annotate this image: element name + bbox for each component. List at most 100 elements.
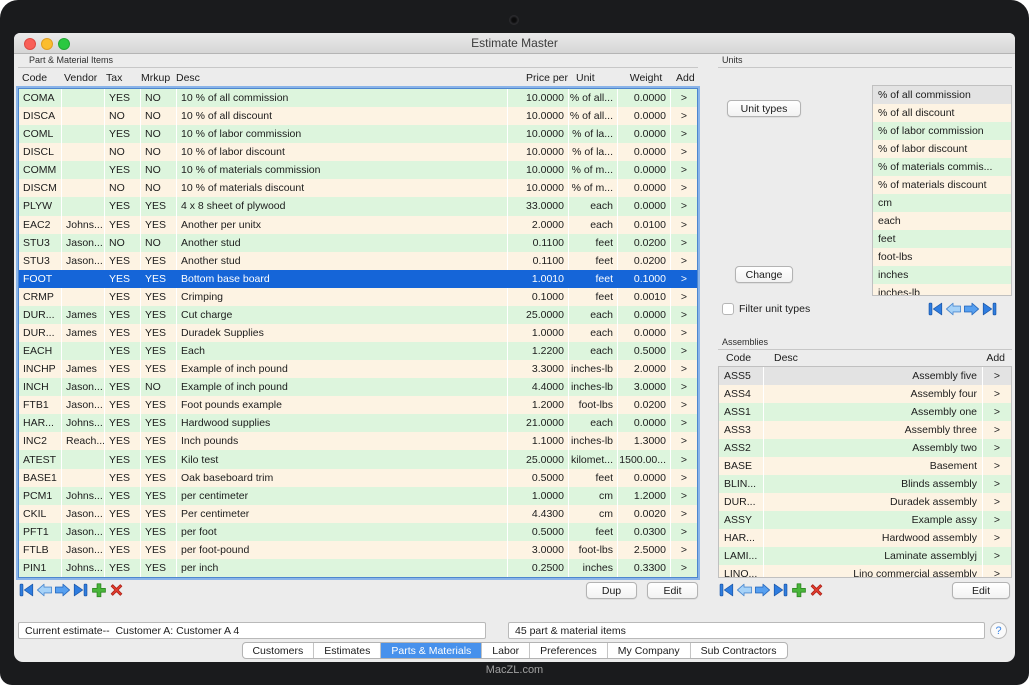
unit-list-item[interactable]: % of all commission <box>873 86 1011 104</box>
parts-table-row[interactable]: CRMPYESYESCrimping0.1000feet0.0010> <box>19 288 697 306</box>
cell-add[interactable]: > <box>671 270 697 288</box>
cell-add[interactable]: > <box>983 547 1011 565</box>
parts-table-row[interactable]: HAR...Johns...YESYESHardwood supplies21.… <box>19 414 697 432</box>
units-list[interactable]: % of all commission% of all discount% of… <box>872 85 1012 296</box>
cell-add[interactable]: > <box>671 505 697 523</box>
assembly-list-row[interactable]: ASS3Assembly three> <box>719 421 1011 439</box>
parts-table-row[interactable]: INCHJason...YESNOExample of inch pound4.… <box>19 378 697 396</box>
assembly-list-row[interactable]: LINO...Lino commercial assembly> <box>719 565 1011 578</box>
cell-add[interactable]: > <box>983 475 1011 493</box>
cell-add[interactable]: > <box>983 385 1011 403</box>
edit-parts-button[interactable]: Edit <box>647 582 698 599</box>
parts-table-row[interactable]: PIN1Johns...YESYESper inch0.2500inches0.… <box>19 559 697 577</box>
assemblies-list[interactable]: ASS5Assembly five>ASS4Assembly four>ASS1… <box>718 366 1012 578</box>
checkbox-box[interactable] <box>722 303 734 315</box>
unit-list-item[interactable]: foot-lbs <box>873 248 1011 266</box>
cell-add[interactable]: > <box>671 125 697 143</box>
cell-add[interactable]: > <box>671 161 697 179</box>
parts-table-row[interactable]: COMLYESNO10 % of labor commission10.0000… <box>19 125 697 143</box>
cell-add[interactable]: > <box>671 487 697 505</box>
parts-table-row[interactable]: FOOTYESYESBottom base board1.0010feet0.1… <box>19 270 697 288</box>
assembly-list-row[interactable]: ASSYExample assy> <box>719 511 1011 529</box>
cell-add[interactable]: > <box>983 493 1011 511</box>
cell-add[interactable]: > <box>983 457 1011 475</box>
tab-preferences[interactable]: Preferences <box>530 643 608 658</box>
help-icon[interactable]: ? <box>990 622 1007 639</box>
cell-add[interactable]: > <box>983 565 1011 578</box>
cell-add[interactable]: > <box>671 378 697 396</box>
parts-table-row[interactable]: DISCANONO10 % of all discount10.0000% of… <box>19 107 697 125</box>
first-record-icon[interactable] <box>18 582 35 598</box>
edit-assemblies-button[interactable]: Edit <box>952 582 1010 599</box>
assembly-list-row[interactable]: ASS4Assembly four> <box>719 385 1011 403</box>
parts-table[interactable]: COMAYESNO10 % of all commission10.0000% … <box>18 88 698 578</box>
tab-parts-materials[interactable]: Parts & Materials <box>381 643 482 658</box>
parts-table-row[interactable]: CKILJason...YESYESPer centimeter4.4300cm… <box>19 505 697 523</box>
next-assembly-icon[interactable] <box>754 582 771 598</box>
tab-estimates[interactable]: Estimates <box>314 643 381 658</box>
add-assembly-icon[interactable] <box>790 582 807 598</box>
tab-customers[interactable]: Customers <box>242 643 314 658</box>
parts-table-row[interactable]: INC2Reach...YESYESInch pounds1.1000inche… <box>19 432 697 450</box>
cell-add[interactable]: > <box>671 197 697 215</box>
assembly-list-row[interactable]: ASS1Assembly one> <box>719 403 1011 421</box>
parts-table-row[interactable]: PLYWYESYES4 x 8 sheet of plywood33.0000e… <box>19 197 697 215</box>
parts-table-row[interactable]: DUR...JamesYESYESCut charge25.0000each0.… <box>19 306 697 324</box>
parts-table-row[interactable]: COMAYESNO10 % of all commission10.0000% … <box>19 89 697 107</box>
assembly-list-row[interactable]: BASEBasement> <box>719 457 1011 475</box>
cell-add[interactable]: > <box>671 234 697 252</box>
assembly-list-row[interactable]: LAMI...Laminate assemblyj> <box>719 547 1011 565</box>
add-record-icon[interactable] <box>90 582 107 598</box>
parts-table-row[interactable]: ATESTYESYESKilo test25.0000kilomet...150… <box>19 450 697 468</box>
last-unit-icon[interactable] <box>981 301 998 317</box>
cell-add[interactable]: > <box>671 324 697 342</box>
assembly-list-row[interactable]: ASS5Assembly five> <box>719 367 1011 385</box>
parts-table-row[interactable]: STU3Jason...YESYESAnother stud0.1100feet… <box>19 252 697 270</box>
parts-table-row[interactable]: DUR...JamesYESYESDuradek Supplies1.0000e… <box>19 324 697 342</box>
unit-list-item[interactable]: % of materials discount <box>873 176 1011 194</box>
unit-list-item[interactable]: each <box>873 212 1011 230</box>
cell-add[interactable]: > <box>671 216 697 234</box>
assembly-list-row[interactable]: ASS2Assembly two> <box>719 439 1011 457</box>
current-estimate-field[interactable]: Current estimate-- Customer A: Customer … <box>18 622 486 639</box>
unit-list-item[interactable]: cm <box>873 194 1011 212</box>
first-unit-icon[interactable] <box>927 301 944 317</box>
assembly-list-row[interactable]: HAR...Hardwood assembly> <box>719 529 1011 547</box>
cell-add[interactable]: > <box>671 414 697 432</box>
next-record-icon[interactable] <box>54 582 71 598</box>
previous-unit-icon[interactable] <box>945 301 962 317</box>
unit-types-button[interactable]: Unit types <box>727 100 801 117</box>
unit-list-item[interactable]: % of labor discount <box>873 140 1011 158</box>
parts-table-row[interactable]: INCHPJamesYESYESExample of inch pound3.3… <box>19 360 697 378</box>
cell-add[interactable]: > <box>983 367 1011 385</box>
cell-add[interactable]: > <box>983 403 1011 421</box>
tab-labor[interactable]: Labor <box>482 643 530 658</box>
cell-add[interactable]: > <box>671 396 697 414</box>
unit-list-item[interactable]: feet <box>873 230 1011 248</box>
cell-add[interactable]: > <box>671 143 697 161</box>
cell-add[interactable]: > <box>671 179 697 197</box>
cell-add[interactable]: > <box>671 559 697 577</box>
cell-add[interactable]: > <box>671 252 697 270</box>
assembly-list-row[interactable]: BLIN...Blinds assembly> <box>719 475 1011 493</box>
parts-table-row[interactable]: DISCMNONO10 % of materials discount10.00… <box>19 179 697 197</box>
parts-table-row[interactable]: EAC2Johns...YESYESAnother per unitx2.000… <box>19 216 697 234</box>
tab-my-company[interactable]: My Company <box>608 643 691 658</box>
cell-add[interactable]: > <box>671 288 697 306</box>
cell-add[interactable]: > <box>983 421 1011 439</box>
parts-table-row[interactable]: BASE1YESYESOak baseboard trim0.5000feet0… <box>19 469 697 487</box>
cell-add[interactable]: > <box>983 439 1011 457</box>
previous-record-icon[interactable] <box>36 582 53 598</box>
parts-table-row[interactable]: EACHYESYESEach1.2200each0.5000> <box>19 342 697 360</box>
cell-add[interactable]: > <box>671 89 697 107</box>
dup-button[interactable]: Dup <box>586 582 637 599</box>
cell-add[interactable]: > <box>671 306 697 324</box>
cell-add[interactable]: > <box>671 469 697 487</box>
change-button[interactable]: Change <box>735 266 793 283</box>
cell-add[interactable]: > <box>671 107 697 125</box>
delete-record-icon[interactable] <box>108 582 125 598</box>
last-assembly-icon[interactable] <box>772 582 789 598</box>
cell-add[interactable]: > <box>671 342 697 360</box>
unit-list-item[interactable]: inches <box>873 266 1011 284</box>
next-unit-icon[interactable] <box>963 301 980 317</box>
